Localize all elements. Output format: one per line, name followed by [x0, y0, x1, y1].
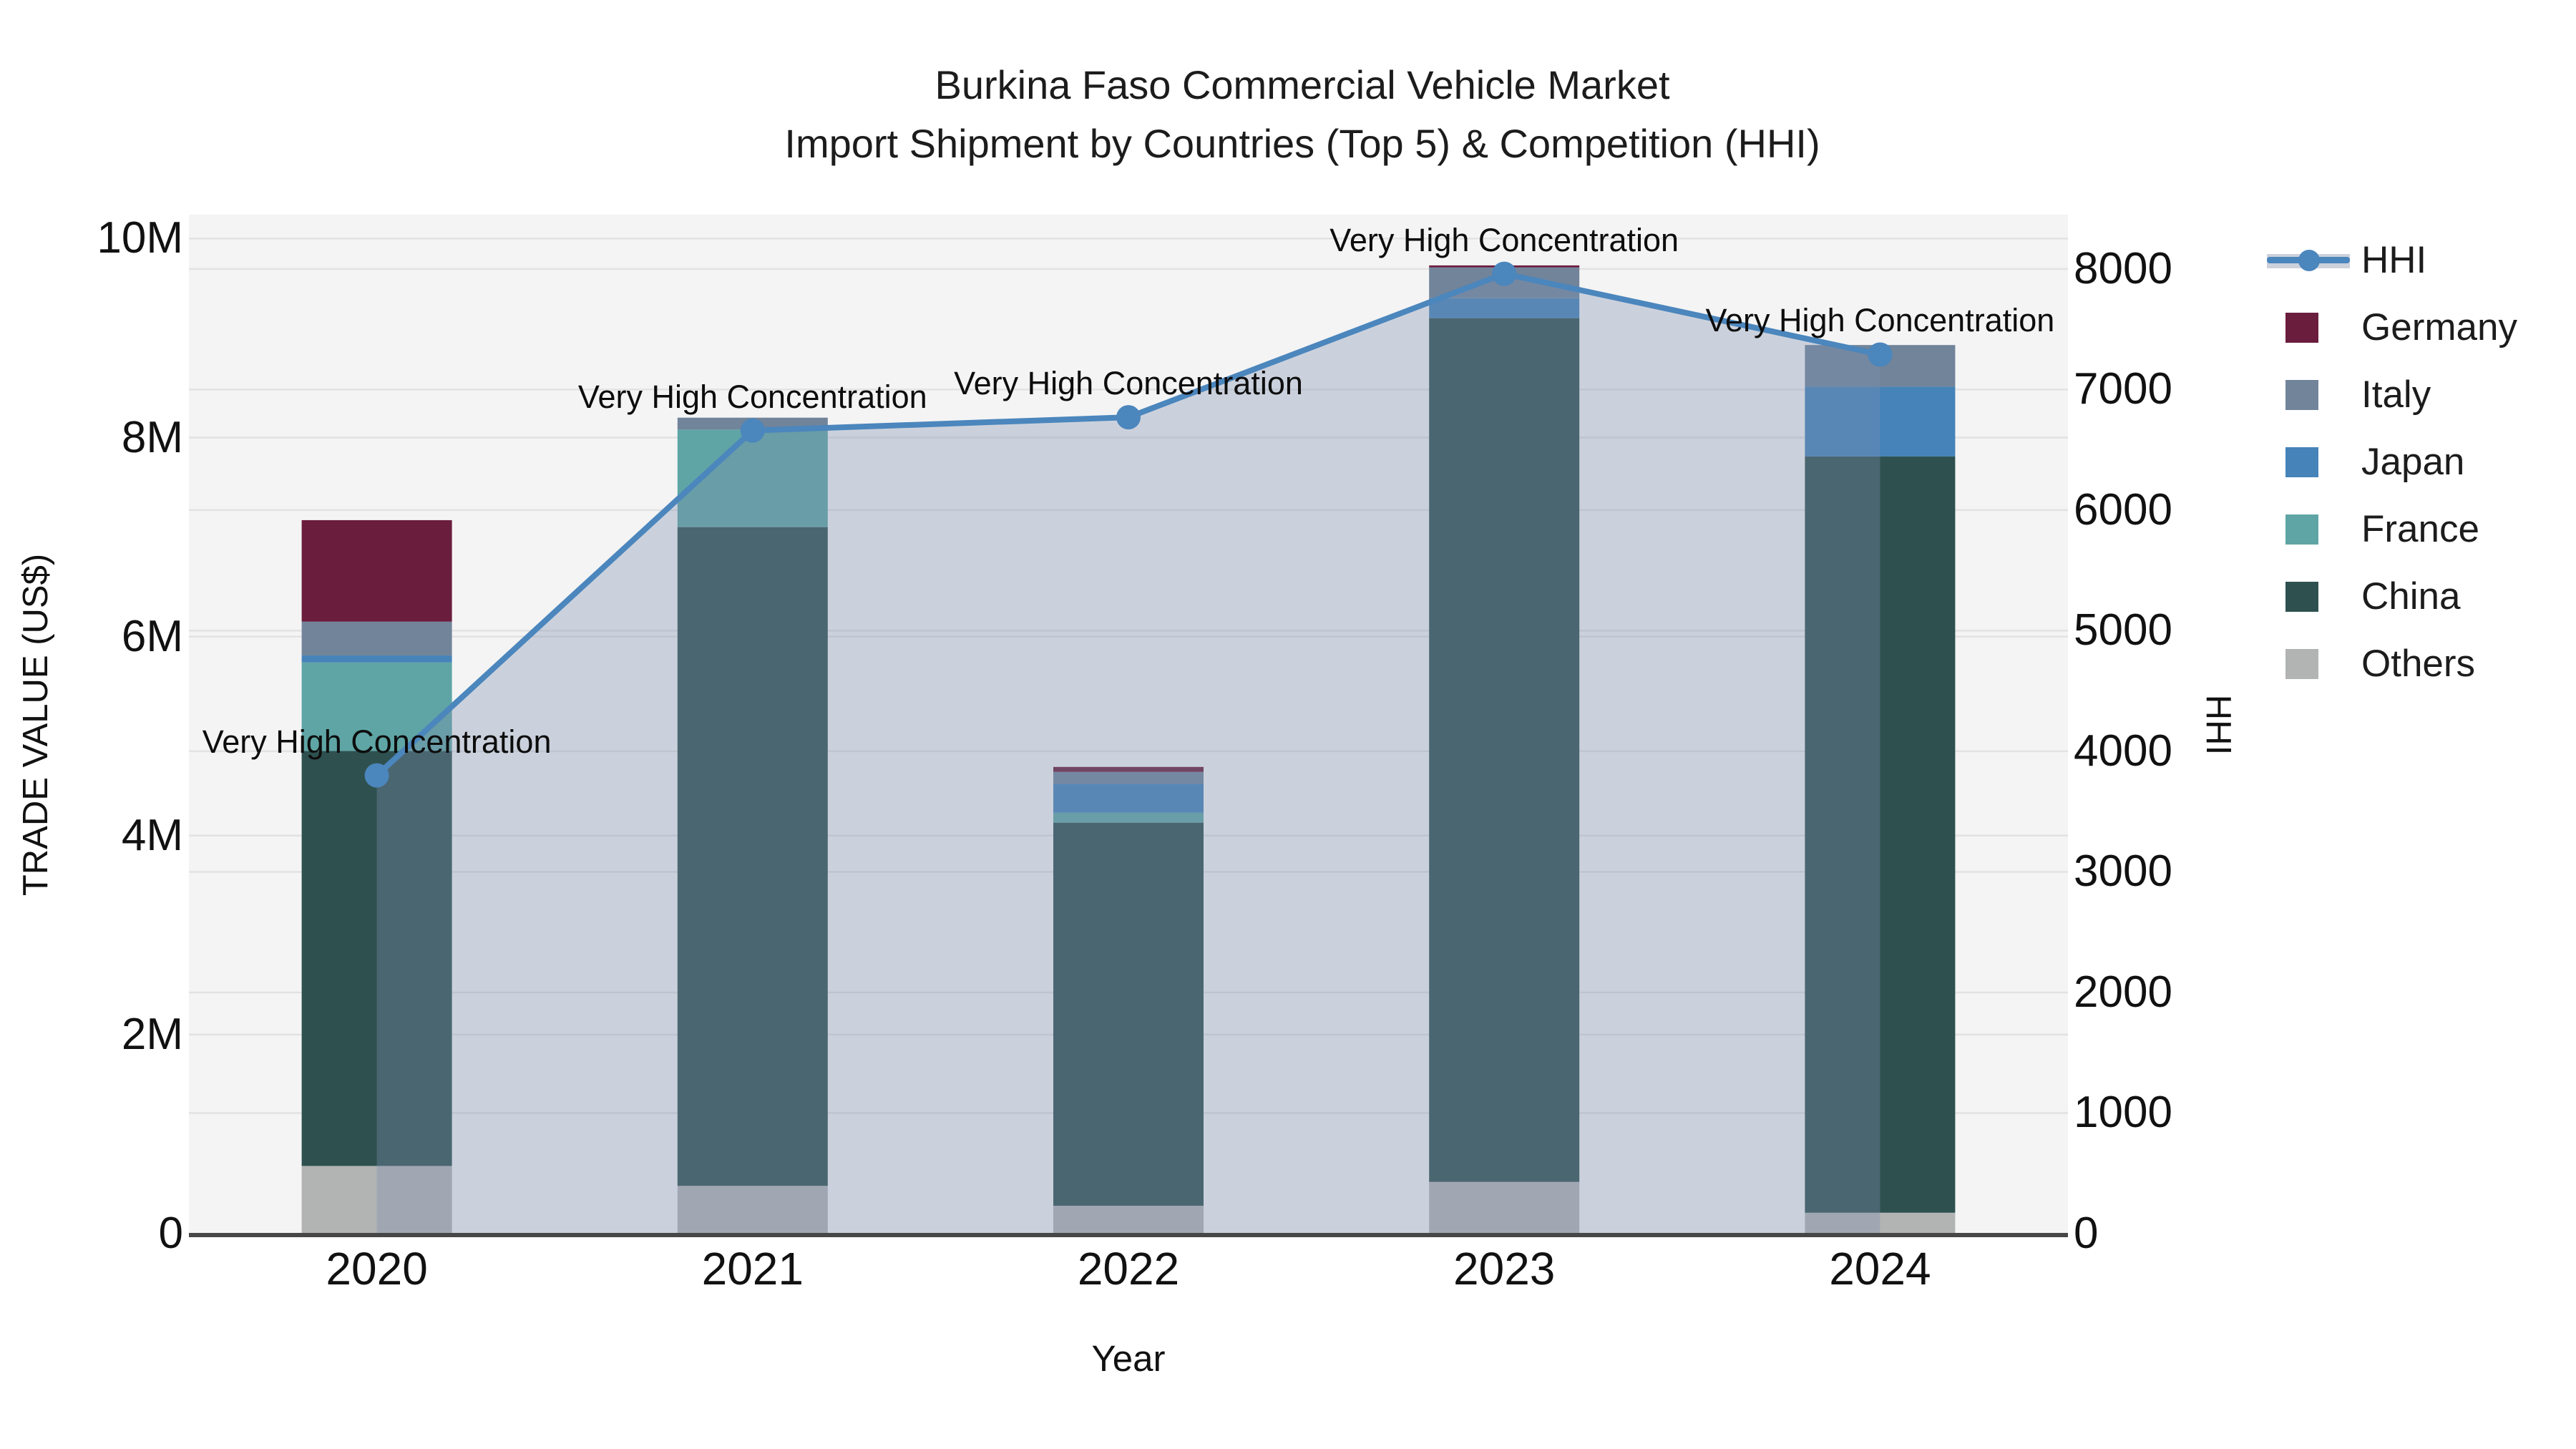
- y-right-tick-label-7000: 7000: [2074, 364, 2172, 414]
- legend-item-others[interactable]: Others: [2261, 633, 2569, 696]
- japan-color-swatch-icon: [2285, 447, 2318, 477]
- legend-item-italy[interactable]: Italy: [2261, 364, 2569, 426]
- y-right-tick-label-6000: 6000: [2074, 484, 2172, 535]
- y-left-tick-label-2M: 2M: [121, 1009, 183, 1059]
- y-right-tick-label-0: 0: [2074, 1209, 2099, 1258]
- y-right-tick-label-3000: 3000: [2074, 847, 2172, 897]
- legend-label-italy: Italy: [2361, 374, 2431, 416]
- annotation-2022: Very High Concentration: [954, 365, 1303, 402]
- bar-segment-2020-japan[interactable]: [301, 655, 452, 663]
- y-right-tick-label-8000: 8000: [2074, 243, 2172, 293]
- hhi-marker-2022[interactable]: [1116, 405, 1141, 430]
- y-left-tick-label-10M: 10M: [97, 213, 183, 263]
- x-tick-label-2021: 2021: [701, 1243, 804, 1294]
- annotation-2024: Very High Concentration: [1705, 302, 2055, 339]
- annotation-2023: Very High Concentration: [1330, 221, 1679, 258]
- germany-color-swatch-icon: [2285, 313, 2318, 343]
- france-color-swatch-icon: [2285, 514, 2318, 545]
- x-tick-label-2023: 2023: [1453, 1243, 1556, 1294]
- y-left-tick-label-0: 0: [158, 1209, 183, 1258]
- others-color-swatch-icon: [2285, 649, 2318, 679]
- hhi-marker-2024[interactable]: [1868, 342, 1893, 367]
- chart-title-line2: Import Shipment by Countries (Top 5) & C…: [784, 121, 1820, 166]
- china-color-swatch-icon: [2285, 582, 2318, 612]
- hhi-marker-2021[interactable]: [740, 418, 765, 443]
- hhi-marker-2020[interactable]: [364, 763, 389, 788]
- x-tick-label-2024: 2024: [1829, 1243, 1931, 1294]
- x-tick-label-2020: 2020: [326, 1243, 428, 1294]
- legend-label-hhi: HHI: [2361, 239, 2427, 281]
- legend-item-china[interactable]: China: [2261, 565, 2569, 628]
- legend-label-germany: Germany: [2361, 306, 2517, 348]
- legend-item-japan[interactable]: Japan: [2261, 431, 2569, 494]
- y-right-tick-label-1000: 1000: [2074, 1088, 2172, 1138]
- legend-item-germany[interactable]: Germany: [2261, 296, 2569, 359]
- y-left-tick-label-8M: 8M: [121, 412, 183, 462]
- annotation-2020: Very High Concentration: [202, 723, 552, 760]
- hhi-marker-2023[interactable]: [1492, 261, 1517, 286]
- bar-segment-2020-italy[interactable]: [301, 621, 452, 656]
- y-right-tick-label-5000: 5000: [2074, 605, 2172, 655]
- chart-figure: Burkina Faso Commercial Vehicle Market I…: [0, 0, 2576, 1449]
- legend-item-france[interactable]: France: [2261, 498, 2569, 561]
- y-left-tick-label-6M: 6M: [121, 611, 183, 661]
- bar-segment-2020-germany[interactable]: [301, 519, 452, 622]
- y-right-tick-label-4000: 4000: [2074, 726, 2172, 776]
- legend-label-others: Others: [2361, 643, 2476, 685]
- chart-title: Burkina Faso Commercial Vehicle Market I…: [189, 56, 2416, 173]
- y-left-tick-label-4M: 4M: [121, 810, 183, 860]
- legend-label-japan: Japan: [2361, 441, 2465, 483]
- x-axis-title: Year: [1091, 1338, 1166, 1379]
- italy-color-swatch-icon: [2285, 380, 2318, 410]
- chart-title-line1: Burkina Faso Commercial Vehicle Market: [935, 62, 1670, 107]
- y-right-tick-label-2000: 2000: [2074, 967, 2172, 1017]
- legend-label-france: France: [2361, 508, 2479, 550]
- x-tick-label-2022: 2022: [1077, 1243, 1180, 1294]
- legend-item-hhi[interactable]: HHI: [2261, 229, 2569, 292]
- legend-label-china: China: [2361, 575, 2461, 618]
